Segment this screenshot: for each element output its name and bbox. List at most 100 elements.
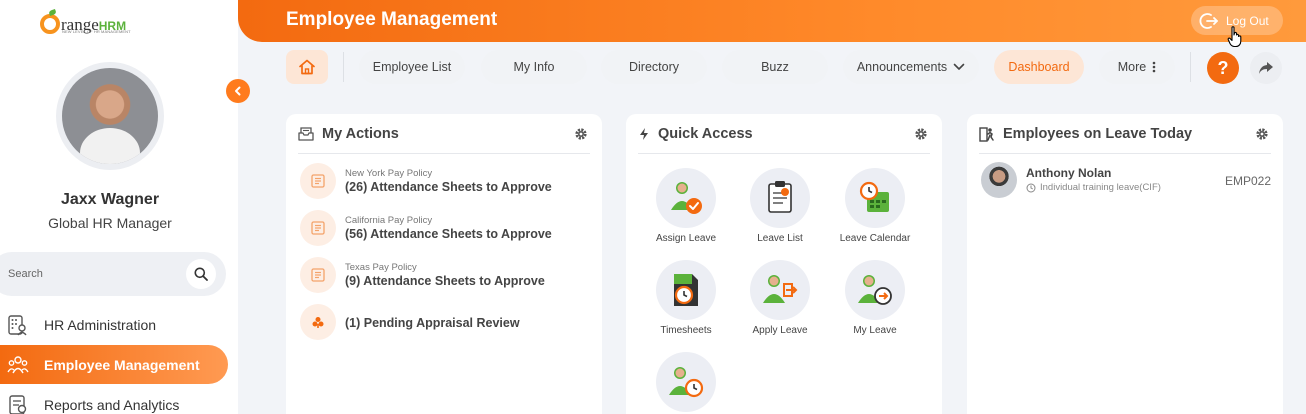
employees-on-leave-card: Employees on Leave Today Anthony Nolan I…: [967, 114, 1283, 414]
list-item[interactable]: Anthony Nolan Individual training leave(…: [981, 162, 1271, 198]
action-item[interactable]: Texas Pay Policy (9) Attendance Sheets t…: [300, 255, 545, 295]
reports-icon: [6, 393, 30, 414]
home-button[interactable]: [286, 50, 328, 84]
quick-access-label: Apply Leave: [752, 325, 808, 336]
quick-access-my-leave[interactable]: My Leave: [830, 260, 920, 336]
tab-label: Announcements: [856, 60, 948, 74]
logout-icon: [1199, 12, 1218, 29]
tab-my-info[interactable]: My Info: [481, 50, 587, 84]
search-input[interactable]: [8, 252, 168, 296]
tab-label: Dashboard: [1008, 60, 1070, 74]
nav-divider: [343, 52, 344, 82]
tab-buzz[interactable]: Buzz: [722, 50, 828, 84]
action-item[interactable]: (1) Pending Appraisal Review: [300, 302, 520, 342]
employee-management-icon: [6, 353, 30, 377]
action-title: (9) Attendance Sheets to Approve: [345, 274, 545, 288]
card-title: Employees on Leave Today: [1003, 125, 1193, 142]
card-header: My Actions: [298, 114, 590, 154]
action-title: (1) Pending Appraisal Review: [345, 315, 520, 330]
inbox-icon: [298, 126, 314, 141]
my-leave-icon: [845, 260, 905, 320]
apply-leave-icon: [750, 260, 810, 320]
chevron-down-icon: [953, 63, 965, 70]
sidebar-item-employee-management[interactable]: Employee Management: [0, 345, 228, 384]
sidebar-search: [0, 252, 226, 296]
logo-tagline: NEW LEVEL OF HR MANAGEMENT: [62, 29, 131, 34]
hr-administration-icon: [6, 313, 30, 337]
avatar: [981, 162, 1017, 198]
lightning-icon: [640, 127, 648, 140]
attendance-sheet-icon: [300, 163, 336, 199]
user-name: Jaxx Wagner: [60, 191, 160, 208]
attendance-sheet-icon: [300, 257, 336, 293]
quick-access-attendance[interactable]: [641, 352, 731, 412]
quick-access-leave-list[interactable]: Leave List: [735, 168, 825, 244]
sidebar-item-label: Employee Management: [44, 356, 200, 373]
card-title: My Actions: [322, 125, 399, 142]
sidebar-item-label: HR Administration: [44, 316, 157, 333]
profile-avatar-ring: [56, 62, 164, 170]
page-title: Employee Management: [286, 9, 498, 30]
tab-label: More: [1117, 60, 1147, 74]
tab-dashboard[interactable]: Dashboard: [994, 50, 1084, 84]
avatar[interactable]: [62, 68, 158, 164]
my-actions-card: My Actions New York Pay Policy (26) Atte…: [286, 114, 602, 414]
employee-id: EMP022: [1224, 174, 1271, 188]
gear-icon[interactable]: [574, 127, 588, 146]
action-item[interactable]: California Pay Policy (56) Attendance Sh…: [300, 208, 552, 248]
action-item[interactable]: New York Pay Policy (26) Attendance Shee…: [300, 161, 552, 201]
quick-access-card: Quick Access Assign Leave Leave List Lea…: [626, 114, 942, 414]
sidebar: rangeHRM NEW LEVEL OF HR MANAGEMENT Jaxx…: [0, 0, 238, 414]
tab-directory[interactable]: Directory: [601, 50, 707, 84]
home-icon: [299, 59, 315, 75]
hand-cursor-icon: [1227, 26, 1242, 48]
quick-access-label: My Leave: [853, 325, 897, 336]
leave-calendar-icon: [845, 168, 905, 228]
quick-access-leave-calendar[interactable]: Leave Calendar: [830, 168, 920, 244]
quick-access-label: Leave List: [757, 233, 803, 244]
user-role: Global HR Manager: [48, 215, 172, 231]
sidebar-item-reports-and-analytics[interactable]: Reports and Analytics: [0, 385, 228, 414]
more-vertical-icon: [1152, 61, 1156, 73]
share-button[interactable]: [1250, 52, 1282, 84]
tab-announcements[interactable]: Announcements: [843, 50, 979, 84]
leave-list-icon: [750, 168, 810, 228]
appraisal-icon: [300, 304, 336, 340]
quick-access-timesheets[interactable]: Timesheets: [641, 260, 731, 336]
nav-divider: [1190, 52, 1191, 82]
sidebar-collapse-button[interactable]: [226, 79, 250, 103]
action-title: (26) Attendance Sheets to Approve: [345, 180, 552, 194]
search-button[interactable]: [186, 259, 216, 289]
attendance-icon: [656, 352, 716, 412]
employee-name: Anthony Nolan: [1026, 166, 1112, 180]
chevron-left-icon: [235, 86, 241, 96]
action-policy: California Pay Policy: [345, 215, 433, 226]
share-icon: [1259, 62, 1273, 74]
leave-door-icon: [979, 126, 994, 142]
gear-icon[interactable]: [914, 127, 928, 146]
tab-label: Buzz: [761, 60, 789, 74]
tab-more[interactable]: More: [1099, 50, 1175, 84]
quick-access-label: Timesheets: [660, 325, 712, 336]
quick-access-label: Leave Calendar: [839, 233, 911, 244]
action-policy: Texas Pay Policy: [345, 262, 417, 273]
help-icon: ?: [1217, 57, 1229, 78]
tab-label: Directory: [628, 60, 679, 74]
help-button[interactable]: ?: [1207, 52, 1239, 84]
quick-access-assign-leave[interactable]: Assign Leave: [641, 168, 731, 244]
timesheets-icon: [656, 260, 716, 320]
action-title: (56) Attendance Sheets to Approve: [345, 227, 552, 241]
search-icon: [194, 267, 208, 281]
quick-access-apply-leave[interactable]: Apply Leave: [735, 260, 825, 336]
tab-employee-list[interactable]: Employee List: [359, 50, 465, 84]
sidebar-item-hr-administration[interactable]: HR Administration: [0, 305, 228, 344]
top-navigation: Employee List My Info Directory Buzz Ann…: [238, 42, 1306, 92]
tab-label: My Info: [513, 60, 555, 74]
tab-label: Employee List: [372, 60, 452, 74]
card-title: Quick Access: [658, 125, 753, 142]
gear-icon[interactable]: [1255, 127, 1269, 146]
attendance-sheet-icon: [300, 210, 336, 246]
card-header: Quick Access: [638, 114, 930, 154]
card-header: Employees on Leave Today: [979, 114, 1271, 154]
action-policy: New York Pay Policy: [345, 168, 433, 179]
